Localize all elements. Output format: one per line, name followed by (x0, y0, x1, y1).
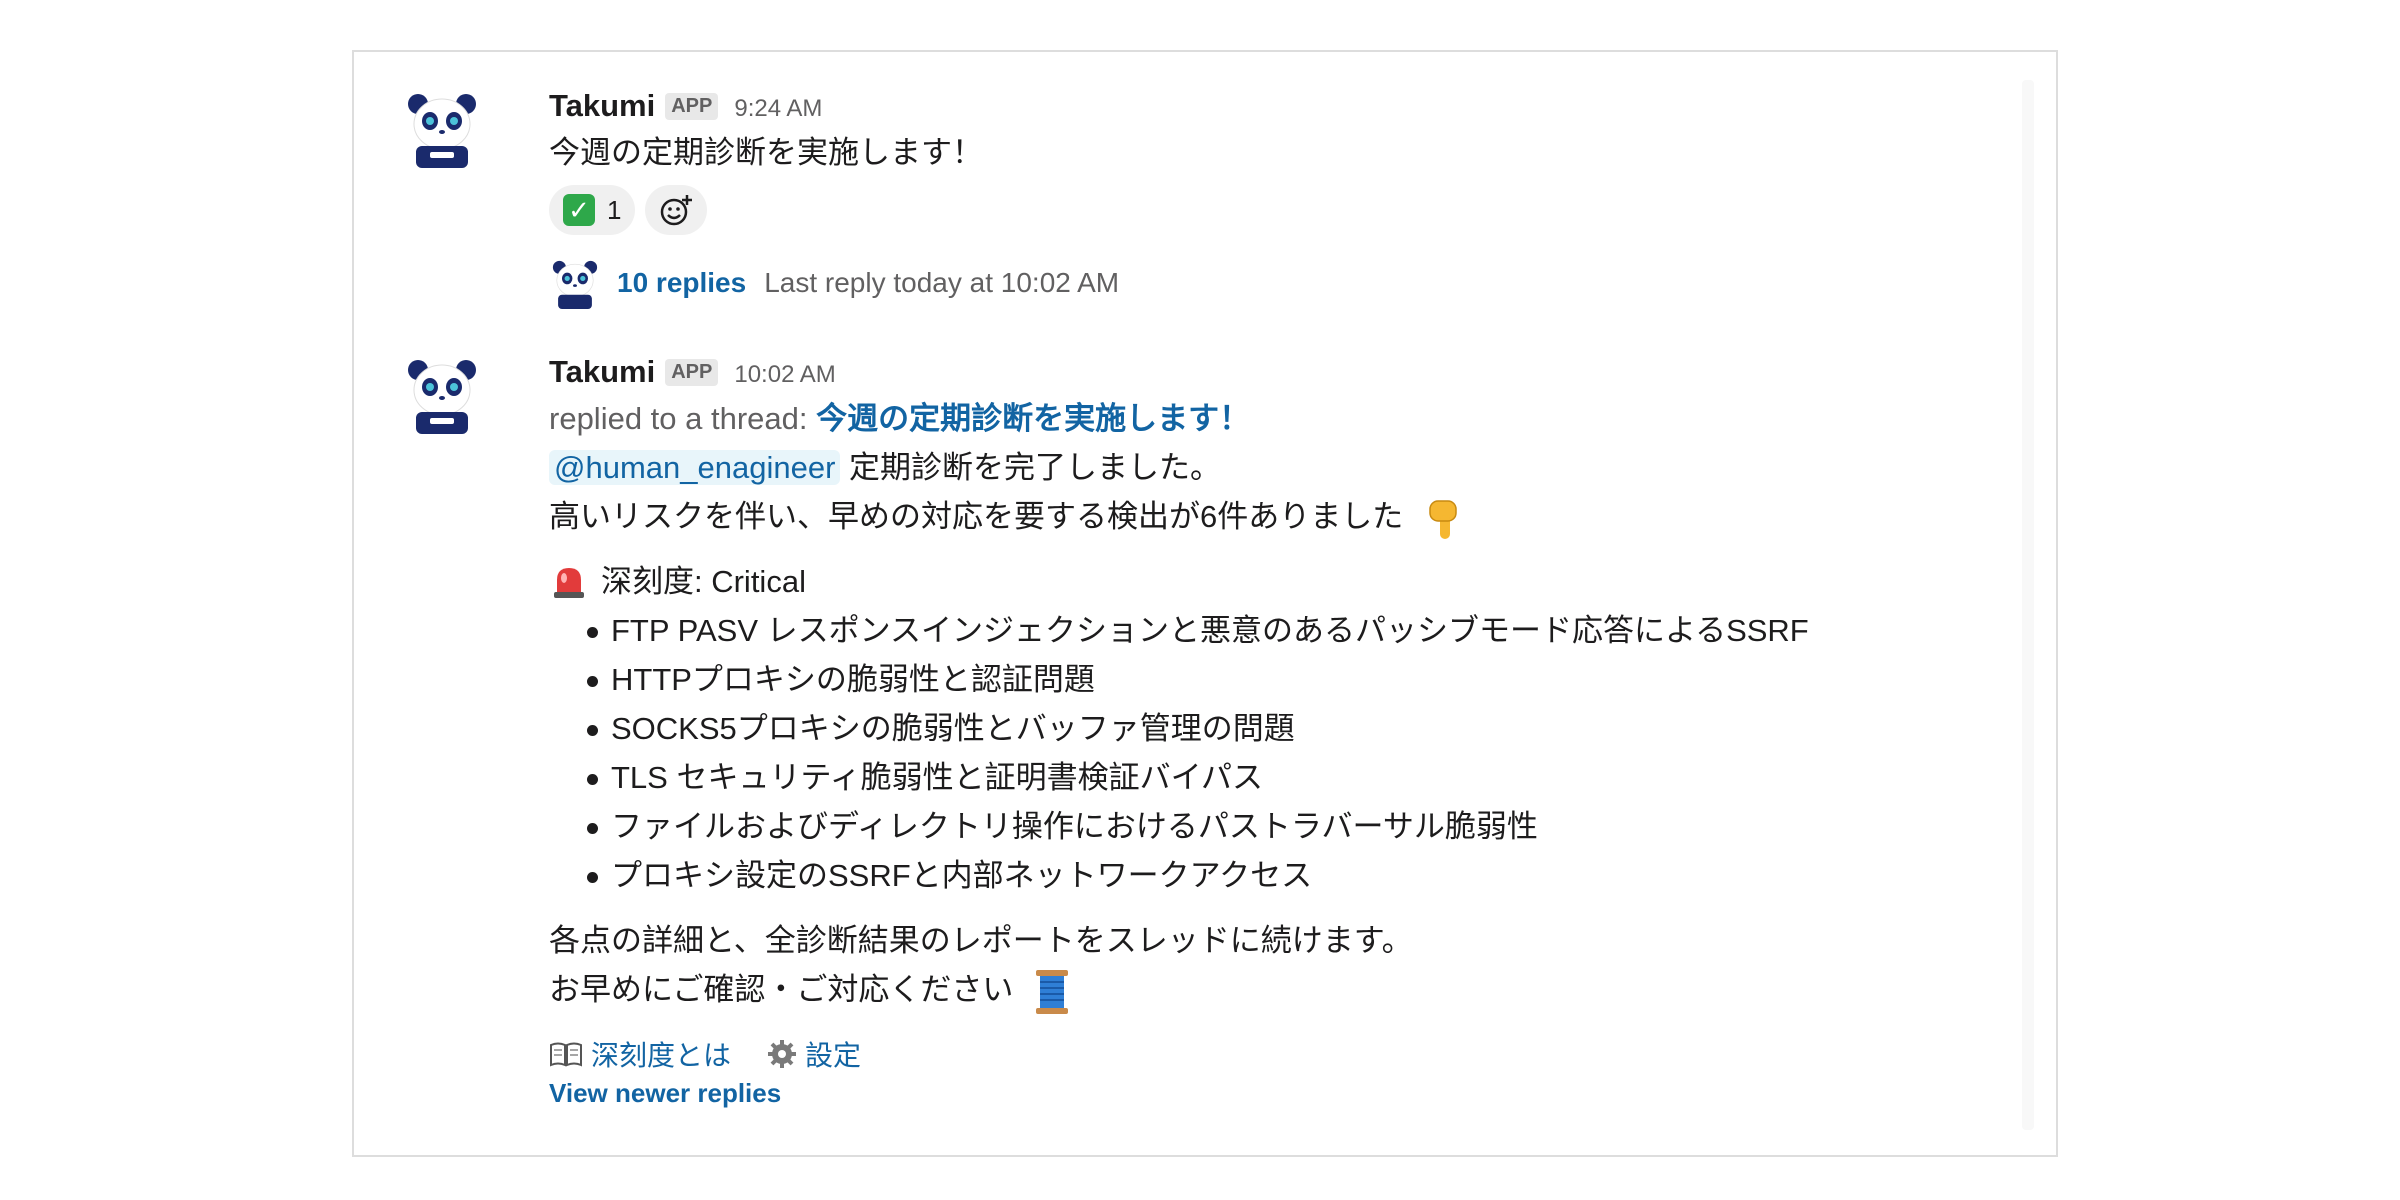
completion-text: 定期診断を完了しました。 (849, 450, 1222, 485)
thread-summary[interactable]: 10 replies Last reply today at 10:02 AM (549, 255, 1999, 311)
list-item: プロキシ設定のSSRFと内部ネットワークアクセス (549, 851, 1999, 900)
thread-title-link[interactable]: 今週の定期診断を実施します！ (816, 401, 1250, 436)
findings-list: FTP PASV レスポンスインジェクションと悪意のあるパッシブモード応答による… (549, 606, 1999, 900)
replies-count-link[interactable]: 10 replies (617, 267, 746, 299)
reaction-check[interactable]: ✓ 1 (549, 185, 636, 235)
settings-link[interactable]: 設定 (767, 1034, 861, 1074)
severity-heading: 深刻度: Critical (549, 557, 1999, 606)
author-name[interactable]: Takumi (549, 354, 655, 390)
panda-avatar[interactable] (402, 88, 482, 168)
add-reaction-icon (661, 195, 693, 226)
severity-info-link[interactable]: 深刻度とは (549, 1034, 731, 1074)
open-book-icon (550, 1042, 582, 1067)
add-reaction-button[interactable] (645, 185, 708, 235)
closing-text: お早めにご確認・ご対応ください (549, 972, 1014, 1007)
message-line-2: 高いリスクを伴い、早めの対応を要する検出が6件ありました (549, 492, 1999, 541)
thread-spool-icon (1036, 969, 1069, 1014)
finding-text: FTP PASV レスポンスインジェクションと悪意のあるパッシブモード応答による… (611, 613, 1809, 648)
scrollbar[interactable] (2022, 80, 2034, 1130)
message-line-1: @human_enagineer 定期診断を完了しました。 (549, 443, 1999, 492)
rotating-light-icon (551, 563, 587, 600)
panda-avatar[interactable] (402, 354, 482, 434)
closing-line-2: お早めにご確認・ご対応ください (549, 965, 1999, 1016)
severity-info-label: 深刻度とは (591, 1039, 732, 1071)
list-item: SOCKS5プロキシの脆弱性とバッファ管理の問題 (549, 704, 1999, 753)
pointing-down-icon (1429, 500, 1457, 539)
list-item: ファイルおよびディレクトリ操作におけるパストラバーサル脆弱性 (549, 802, 1999, 851)
message-text: 今週の定期診断を実施します！ (549, 135, 983, 170)
closing-line-1: 各点の詳細と、全診断結果のレポートをスレッドに続けます。 (549, 923, 1413, 958)
list-item: FTP PASV レスポンスインジェクションと悪意のあるパッシブモード応答による… (549, 606, 1999, 655)
user-mention[interactable]: @human_enagineer (549, 450, 841, 485)
summary-text: 高いリスクを伴い、早めの対応を要する検出が6件ありました (549, 499, 1404, 534)
reaction-count: 1 (607, 194, 622, 225)
finding-text: HTTPプロキシの脆弱性と認証問題 (611, 662, 1095, 697)
author-name[interactable]: Takumi (549, 88, 655, 124)
finding-text: プロキシ設定のSSRFと内部ネットワークアクセス (611, 858, 1313, 893)
severity-label: 深刻度: Critical (601, 564, 806, 599)
finding-text: ファイルおよびディレクトリ操作におけるパストラバーサル脆弱性 (611, 809, 1538, 844)
reply-context: replied to a thread: 今週の定期診断を実施します！ (549, 394, 1999, 443)
view-newer-replies-link[interactable]: View newer replies (549, 1078, 1999, 1109)
check-mark-icon: ✓ (563, 194, 595, 226)
app-badge: APP (665, 359, 719, 386)
app-badge: APP (665, 93, 719, 120)
message-pane: Takumi APP 9:24 AM 今週の定期診断を実施します！ ✓ 1 10… (352, 50, 2058, 1157)
list-item: TLS セキュリティ脆弱性と証明書検証バイパス (549, 753, 1999, 802)
reactions-bar: ✓ 1 (549, 185, 1999, 235)
timestamp[interactable]: 9:24 AM (734, 95, 822, 123)
finding-text: TLS セキュリティ脆弱性と証明書検証バイパス (611, 760, 1263, 795)
timestamp[interactable]: 10:02 AM (734, 361, 835, 389)
replied-prefix: replied to a thread: (549, 401, 808, 436)
settings-label: 設定 (805, 1039, 862, 1071)
footer-links: 深刻度とは 設定 (549, 1034, 1999, 1074)
list-item: HTTPプロキシの脆弱性と認証問題 (549, 655, 1999, 704)
panda-avatar (549, 257, 601, 309)
last-reply-time: Last reply today at 10:02 AM (764, 267, 1120, 298)
finding-text: SOCKS5プロキシの脆弱性とバッファ管理の問題 (611, 711, 1295, 746)
gear-icon (768, 1039, 797, 1068)
